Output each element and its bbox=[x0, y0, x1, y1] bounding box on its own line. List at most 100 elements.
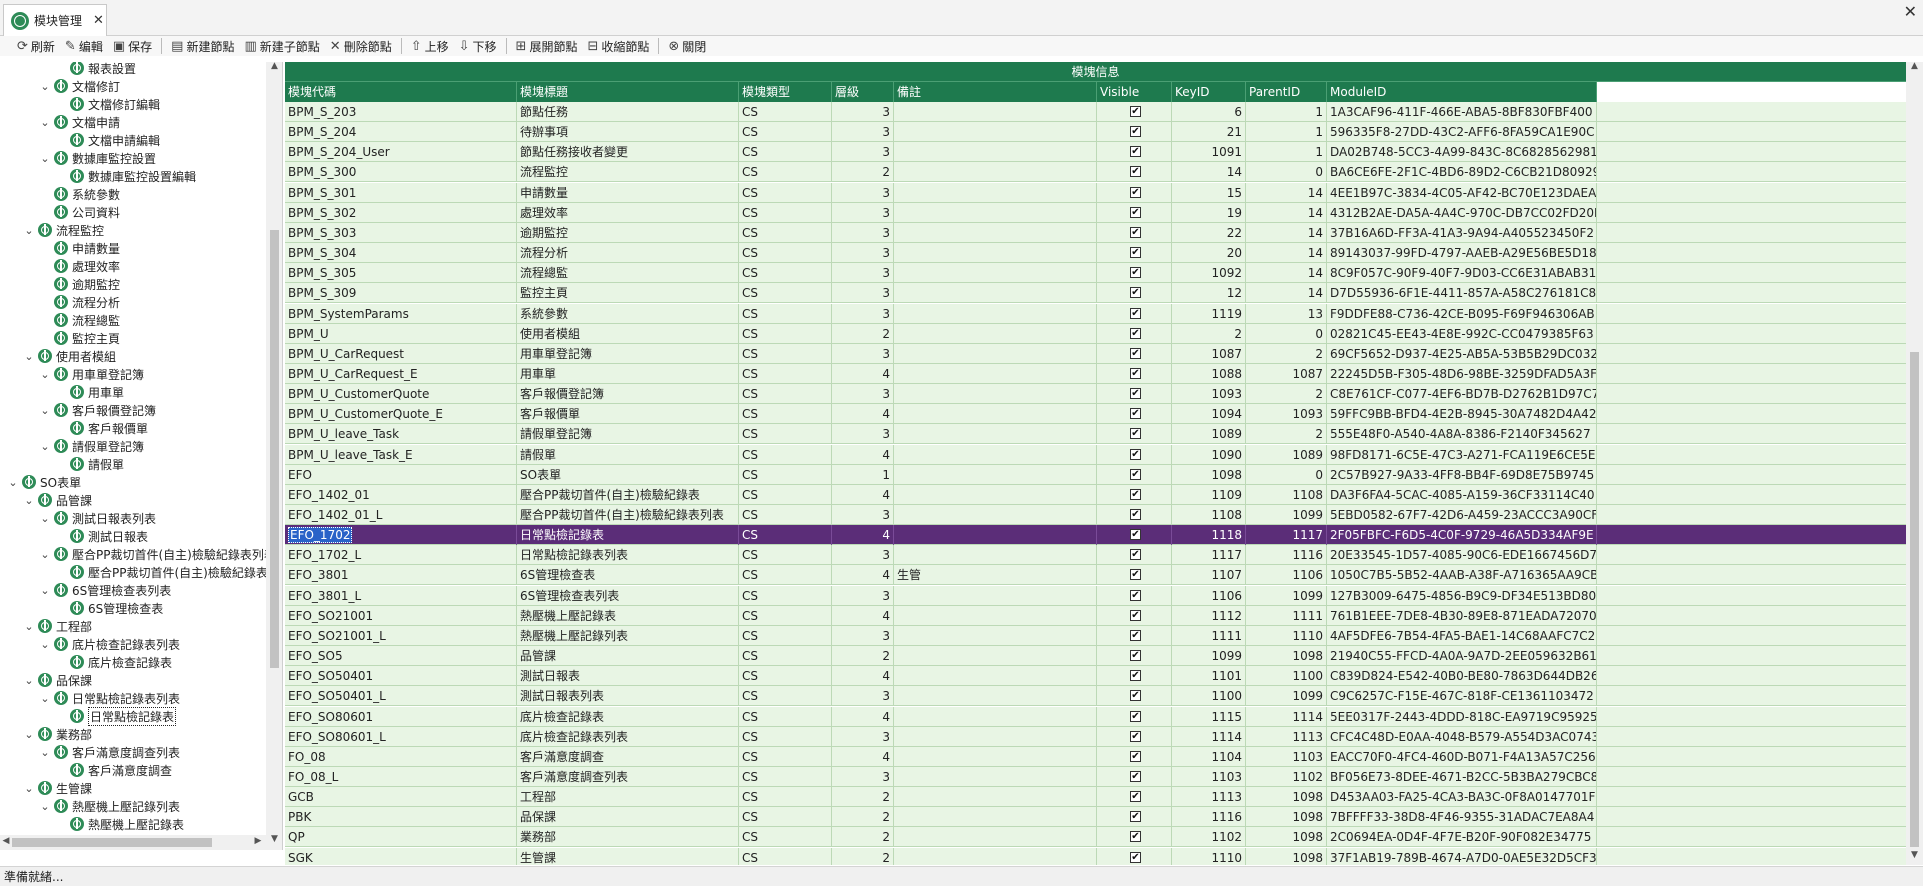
table-cell[interactable]: EFO_SO5 bbox=[285, 646, 517, 667]
table-cell[interactable]: 37B16A6D-FF3A-41A3-9A94-A405523450F2 bbox=[1327, 222, 1597, 243]
table-cell[interactable]: 1113 bbox=[1172, 787, 1246, 808]
table-cell[interactable]: BPM_U_leave_Task_E bbox=[285, 444, 517, 465]
table-cell[interactable]: 0 bbox=[1246, 323, 1327, 344]
column-header[interactable]: KeyID bbox=[1172, 82, 1246, 102]
table-cell[interactable]: BPM_S_204 bbox=[285, 122, 517, 143]
visible-checkbox-cell[interactable]: ✔ bbox=[1097, 565, 1172, 586]
table-cell[interactable]: 流程監控 bbox=[517, 162, 739, 183]
checkbox[interactable]: ✔ bbox=[1130, 710, 1141, 722]
table-cell[interactable] bbox=[894, 525, 1097, 546]
visible-checkbox-cell[interactable]: ✔ bbox=[1097, 505, 1172, 525]
table-cell[interactable]: 2 bbox=[832, 827, 894, 848]
table-cell[interactable] bbox=[894, 343, 1097, 364]
tree-node[interactable]: ⌄ 使用者模組 bbox=[24, 347, 116, 365]
checkbox[interactable]: ✔ bbox=[1130, 811, 1141, 823]
table-cell[interactable]: 59FFC9BB-BFD4-4E2B-8945-30A7482D4A42 bbox=[1327, 404, 1597, 425]
table-cell[interactable]: 7BFFFF33-38D8-4F46-9355-31ADAC7EA8A4 bbox=[1327, 807, 1597, 828]
table-row[interactable]: FO_08 客戶滿意度調查 CS 4 ✔ 1104 1103 EACC70F0-4FC4-46… bbox=[285, 746, 1906, 767]
table-cell[interactable]: 3 bbox=[832, 182, 894, 203]
table-row[interactable]: EFO_1702 日常點檢記錄表 CS 4 ✔ 1118 1117 2F05FBFC-F6D5… bbox=[285, 525, 1906, 546]
table-cell[interactable]: 1102 bbox=[1246, 766, 1327, 787]
table-cell[interactable]: CFC4C48D-E0AA-4048-B579-A554D3AC0743 bbox=[1327, 726, 1597, 747]
table-row[interactable]: EFO SO表單 CS 1 ✔ 1098 0 2C57B927-9A33-4FF8-BB4F-… bbox=[285, 464, 1906, 485]
table-cell[interactable]: 1098 bbox=[1246, 847, 1327, 865]
tree-node[interactable]: ⌄ 日常點檢記錄表列表 bbox=[40, 689, 180, 707]
table-cell[interactable] bbox=[894, 182, 1097, 203]
visible-checkbox-cell[interactable]: ✔ bbox=[1097, 303, 1172, 324]
table-cell[interactable]: 1112 bbox=[1172, 605, 1246, 626]
table-cell[interactable]: 請假單 bbox=[517, 444, 739, 465]
table-cell[interactable]: BPM_SystemParams bbox=[285, 303, 517, 324]
table-cell[interactable] bbox=[894, 283, 1097, 304]
checkbox[interactable]: ✔ bbox=[1130, 347, 1141, 359]
table-cell[interactable]: 0 bbox=[1246, 464, 1327, 485]
checkbox[interactable]: ✔ bbox=[1130, 166, 1141, 178]
table-cell[interactable]: 14 bbox=[1172, 162, 1246, 183]
expand-chevron-icon[interactable]: ⌄ bbox=[40, 512, 50, 525]
expand-chevron-icon[interactable]: ⌄ bbox=[40, 800, 50, 813]
table-cell[interactable]: CS bbox=[739, 545, 832, 566]
table-cell[interactable]: 1099 bbox=[1246, 585, 1327, 606]
table-cell[interactable]: 4 bbox=[832, 484, 894, 505]
table-cell[interactable]: 6 bbox=[1172, 102, 1246, 122]
table-cell[interactable] bbox=[894, 424, 1097, 445]
table-cell[interactable]: 2 bbox=[832, 323, 894, 344]
table-row[interactable]: BPM_S_301 申請數量 CS 3 ✔ 15 14 4EE1B97C-3834-4C05-… bbox=[285, 182, 1906, 203]
table-cell[interactable]: 1093 bbox=[1172, 384, 1246, 405]
checkbox[interactable]: ✔ bbox=[1130, 791, 1141, 803]
table-cell[interactable]: 熱壓機上壓記錄表 bbox=[517, 605, 739, 626]
table-row[interactable]: BPM_S_204_User 節點任務接收者變更 CS 3 ✔ 1091 1 DA02B748… bbox=[285, 142, 1906, 163]
table-cell[interactable]: FO_08_L bbox=[285, 766, 517, 787]
visible-checkbox-cell[interactable]: ✔ bbox=[1097, 263, 1172, 284]
table-cell[interactable]: 1098 bbox=[1246, 827, 1327, 848]
table-cell[interactable]: 4 bbox=[832, 525, 894, 546]
visible-checkbox-cell[interactable]: ✔ bbox=[1097, 424, 1172, 445]
tree-node[interactable]: ⌄ 壓合PP裁切首件(自主)檢驗紀錄表列表 bbox=[40, 545, 266, 563]
table-cell[interactable]: CS bbox=[739, 122, 832, 143]
expand-chevron-icon[interactable]: ⌄ bbox=[40, 746, 50, 759]
table-cell[interactable] bbox=[894, 484, 1097, 505]
table-cell[interactable] bbox=[894, 102, 1097, 122]
visible-checkbox-cell[interactable]: ✔ bbox=[1097, 343, 1172, 364]
visible-checkbox-cell[interactable]: ✔ bbox=[1097, 202, 1172, 223]
table-cell[interactable]: CS bbox=[739, 827, 832, 848]
table-cell[interactable]: BPM_S_304 bbox=[285, 243, 517, 264]
table-cell[interactable]: 3 bbox=[832, 384, 894, 405]
tree-node[interactable]: 熱壓機上壓記錄表 bbox=[56, 815, 184, 833]
scroll-up-arrow-icon[interactable]: ▲ bbox=[266, 62, 282, 71]
checkbox[interactable]: ✔ bbox=[1130, 770, 1141, 782]
table-cell[interactable]: 5EE0317F-2443-4DDD-818C-EA9719C95925 bbox=[1327, 706, 1597, 727]
toolbar-button-10[interactable]: ⊗ 關閉 bbox=[663, 36, 711, 56]
table-cell[interactable]: 4 bbox=[832, 444, 894, 465]
table-row[interactable]: EFO_SO50401_L 測試日報表列表 CS 3 ✔ 1100 1099 C9C6257C… bbox=[285, 686, 1906, 707]
table-cell[interactable]: 1111 bbox=[1172, 625, 1246, 646]
table-row[interactable]: BPM_S_305 流程總監 CS 3 ✔ 1092 14 8C9F057C-90F9-40F… bbox=[285, 263, 1906, 284]
table-cell[interactable]: 3 bbox=[832, 303, 894, 324]
table-cell[interactable]: 4 bbox=[832, 404, 894, 425]
table-cell[interactable]: 1087 bbox=[1246, 363, 1327, 384]
table-cell[interactable]: CS bbox=[739, 646, 832, 667]
table-cell[interactable]: C8E761CF-C077-4EF6-BD7B-D2762B1D97C7 bbox=[1327, 384, 1597, 405]
table-cell[interactable]: 生管課 bbox=[517, 847, 739, 865]
table-cell[interactable]: 1098 bbox=[1172, 464, 1246, 485]
table-cell[interactable]: EFO_1702 bbox=[285, 525, 517, 546]
table-cell[interactable]: 1109 bbox=[1172, 484, 1246, 505]
toolbar-button-1[interactable]: ✎ 编輯 bbox=[60, 36, 108, 56]
table-cell[interactable]: 使用者模組 bbox=[517, 323, 739, 344]
visible-checkbox-cell[interactable]: ✔ bbox=[1097, 726, 1172, 747]
visible-checkbox-cell[interactable]: ✔ bbox=[1097, 847, 1172, 865]
table-cell[interactable]: 熱壓機上壓記錄列表 bbox=[517, 625, 739, 646]
table-row[interactable]: EFO_1402_01_L 壓合PP裁切首件(自主)檢驗紀錄表列表 CS 3 ✔ 1108… bbox=[285, 505, 1906, 525]
table-cell[interactable]: EFO_SO21001_L bbox=[285, 625, 517, 646]
table-cell[interactable] bbox=[894, 323, 1097, 344]
table-cell[interactable]: GCB bbox=[285, 787, 517, 808]
table-cell[interactable]: 逾期監控 bbox=[517, 222, 739, 243]
table-cell[interactable]: CS bbox=[739, 142, 832, 163]
table-cell[interactable]: 3 bbox=[832, 243, 894, 264]
table-cell[interactable]: 3 bbox=[832, 505, 894, 525]
tree-node[interactable]: ⌄ 文檔修訂 bbox=[40, 77, 120, 95]
checkbox[interactable]: ✔ bbox=[1130, 247, 1141, 259]
table-row[interactable]: BPM_U_leave_Task_E 請假單 CS 4 ✔ 1090 1089 98FD817… bbox=[285, 444, 1906, 465]
table-cell[interactable]: 1116 bbox=[1172, 807, 1246, 828]
tree-node[interactable]: 系統參數 bbox=[40, 185, 120, 203]
